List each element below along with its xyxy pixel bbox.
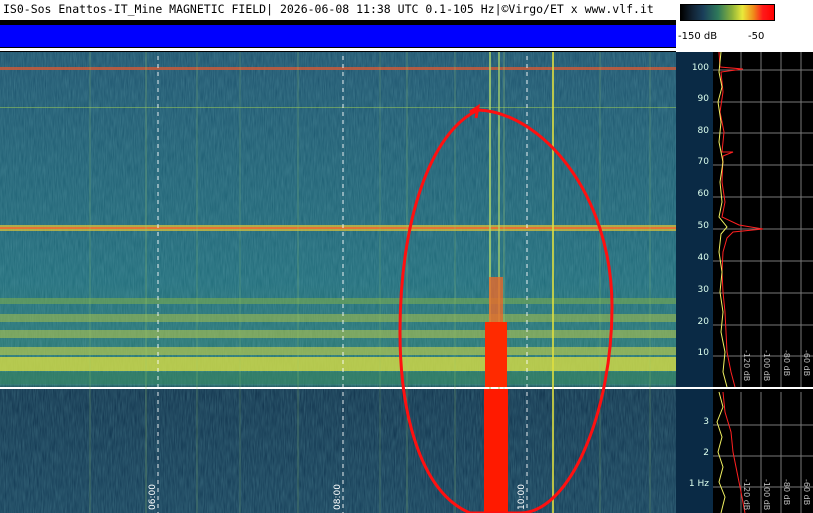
spectrum-gridlines <box>713 52 813 513</box>
separator-line <box>0 48 676 51</box>
freq-label-100: 100 <box>691 63 709 73</box>
db-label-lower-60: -60 dB <box>802 479 811 505</box>
time-label-0600: 06:00 <box>148 484 158 510</box>
spectrum-traces <box>716 52 764 513</box>
time-label-1000: 10:00 <box>517 484 527 510</box>
color-scale-bar <box>680 4 775 21</box>
freq-label-40: 40 <box>697 253 709 263</box>
freq-label-70: 70 <box>697 157 709 167</box>
freq-label-90: 90 <box>697 94 709 104</box>
db-label-lower-120: -120 dB <box>742 479 751 510</box>
frequency-axis: 100 90 80 70 60 50 40 30 20 10 3 2 1 Hz <box>676 52 713 513</box>
db-label-lower-100: -100 dB <box>762 479 771 510</box>
db-label-upper-100: -100 dB <box>762 350 771 381</box>
freq-label-1hz: 1 Hz <box>688 479 709 489</box>
db-label-upper-120: -120 dB <box>742 350 751 381</box>
plot-title: IS0-Sos Enattos-IT_Mine MAGNETIC FIELD| … <box>3 2 654 16</box>
db-label-upper-60: -60 dB <box>802 350 811 376</box>
spectrogram-plot: 06:00 08:00 10:00 <box>0 52 676 513</box>
freq-label-20: 20 <box>697 317 709 327</box>
color-scale-min-label: -150 dB <box>678 31 718 42</box>
freq-label-3: 3 <box>703 417 709 427</box>
freq-label-2: 2 <box>703 448 709 458</box>
spectrum-panel: -120 dB -100 dB -80 dB -60 dB -120 dB -1… <box>713 52 813 513</box>
axis-divider <box>676 387 713 389</box>
spectrum-divider <box>713 387 813 389</box>
color-scale-legend: -150 dB -50 <box>676 0 813 52</box>
freq-label-30: 30 <box>697 285 709 295</box>
color-scale-max-label: -50 <box>748 31 765 42</box>
title-bar: IS0-Sos Enattos-IT_Mine MAGNETIC FIELD| … <box>0 0 676 21</box>
db-label-upper-80: -80 dB <box>782 350 791 376</box>
blue-status-bar <box>0 25 676 47</box>
freq-label-50: 50 <box>697 221 709 231</box>
freq-label-60: 60 <box>697 189 709 199</box>
time-label-0800: 08:00 <box>333 484 343 510</box>
db-label-lower-80: -80 dB <box>782 479 791 505</box>
spectrogram-background <box>0 52 676 513</box>
panel-divider <box>0 387 676 389</box>
freq-label-10: 10 <box>697 348 709 358</box>
freq-label-80: 80 <box>697 126 709 136</box>
